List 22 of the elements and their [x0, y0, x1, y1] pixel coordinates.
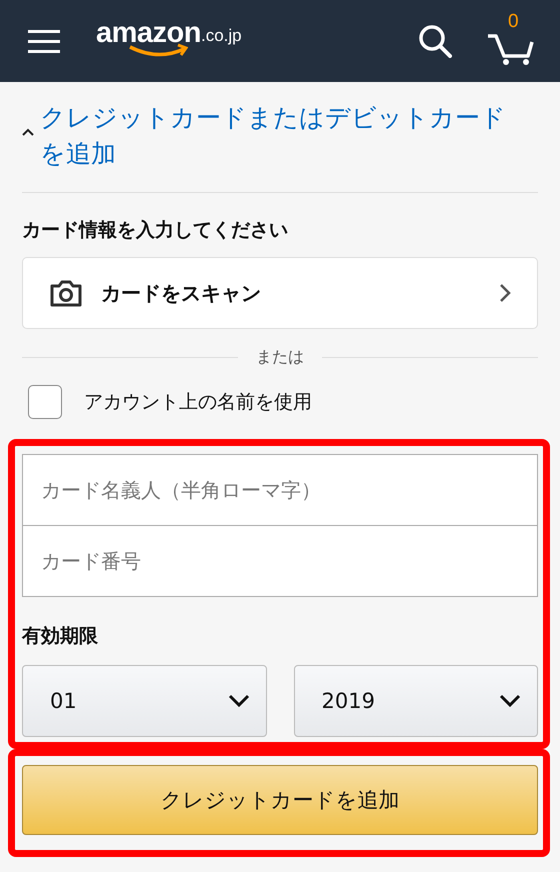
or-text: または: [255, 346, 305, 368]
logo-suffix: .co.jp: [200, 26, 242, 46]
camera-icon: [49, 279, 83, 307]
logo-text[interactable]: amazon: [96, 18, 201, 48]
add-card-button[interactable]: クレジットカードを追加: [22, 765, 538, 835]
input-field[interactable]: カード名義人（半角ローマ字）: [22, 454, 538, 526]
dropdown[interactable]: 01: [22, 665, 266, 737]
dropdown[interactable]: 2019: [294, 665, 538, 737]
scan-card-button[interactable]: カードをスキャン: [22, 257, 538, 329]
chevron-down-icon: [228, 694, 250, 708]
smile-arrow-icon: [128, 42, 188, 58]
search-icon[interactable]: [418, 24, 452, 58]
checkbox-label: アカウント上の名前を使用: [84, 390, 312, 415]
section-link[interactable]: クレジットカードまたはデビットカードを追加: [40, 100, 520, 172]
chevron-right-icon: [499, 283, 511, 303]
expiry-label: 有効期限: [22, 624, 99, 649]
caret-icon[interactable]: [22, 128, 34, 136]
menu-icon[interactable]: [28, 29, 60, 53]
input-field[interactable]: カード番号: [22, 525, 538, 597]
form-heading: カード情報を入力してください: [22, 218, 289, 243]
chevron-down-icon: [499, 694, 521, 708]
checkbox[interactable]: [28, 385, 62, 419]
